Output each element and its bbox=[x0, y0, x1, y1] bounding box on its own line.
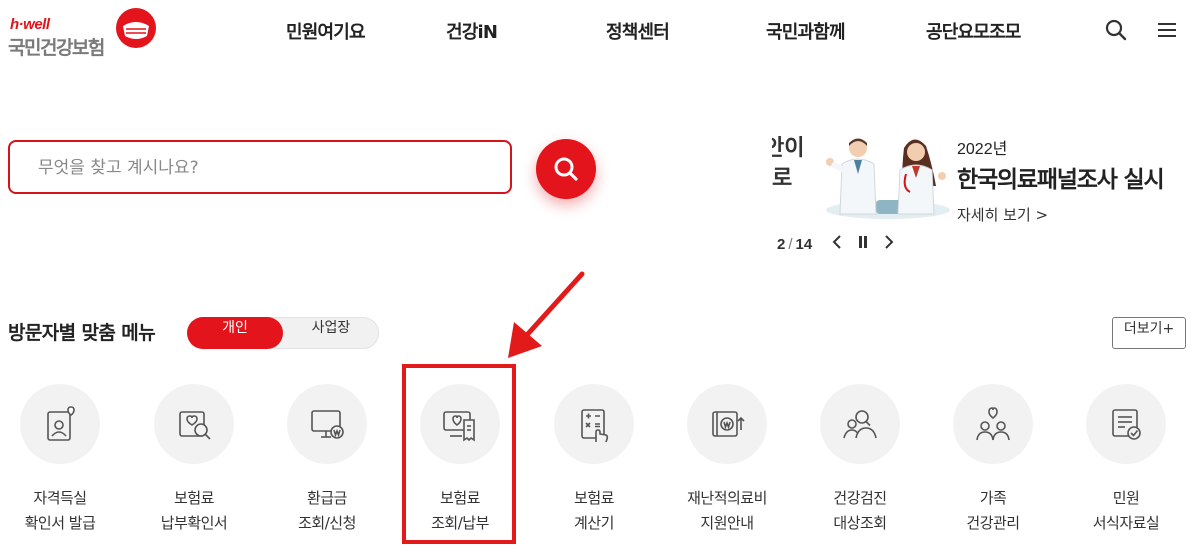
toggle-business[interactable]: 사업장 bbox=[283, 317, 379, 349]
logo-name: 국민건강보험 bbox=[8, 37, 105, 59]
highlight-box bbox=[402, 364, 516, 544]
menu-item-civil-forms[interactable]: 민원 서식자료실 bbox=[1066, 384, 1186, 536]
pager-current: 2 bbox=[777, 235, 786, 253]
menu-item-family-health[interactable]: 가족 건강관리 bbox=[933, 384, 1053, 536]
menu-label-line2: 대상조회 bbox=[833, 514, 887, 532]
menu-label-line2: 확인서 발급 bbox=[24, 514, 96, 532]
search-icon bbox=[554, 157, 578, 181]
visitor-type-toggle: 개인 사업장 bbox=[187, 317, 379, 349]
menu-label-line1: 재난적의료비 bbox=[687, 489, 767, 507]
banner-more-link[interactable]: 자세히 보기 > bbox=[957, 204, 1048, 225]
menu-item-premium-calculator[interactable]: 보험료 계산기 bbox=[534, 384, 654, 536]
nav-policy-center[interactable]: 정책센터 bbox=[606, 18, 670, 44]
menu-label-line1: 가족 bbox=[979, 489, 1007, 507]
menu-label-line2: 조회/신청 bbox=[298, 514, 356, 532]
menu-label-line1: 건강검진 bbox=[833, 489, 887, 507]
chevron-right-icon[interactable] bbox=[884, 235, 894, 253]
hamburger-menu-icon[interactable] bbox=[1156, 18, 1182, 44]
doctors-illustration bbox=[826, 138, 950, 219]
menu-item-checkup-eligibility[interactable]: 건강검진 대상조회 bbox=[800, 384, 920, 536]
toggle-individual[interactable]: 개인 bbox=[187, 317, 283, 349]
menu-label-line2: 계산기 bbox=[574, 514, 614, 532]
search-icon[interactable] bbox=[1104, 18, 1130, 44]
nav-health-in[interactable]: 건강iN bbox=[446, 18, 498, 44]
menu-item-catastrophic-medical-support[interactable]: 재난적의료비 지원안내 bbox=[667, 384, 787, 536]
menu-label-line1: 보험료 bbox=[574, 489, 614, 507]
form-check-icon bbox=[1112, 409, 1141, 440]
search-box bbox=[8, 140, 512, 194]
menu-label-line2: 지원안내 bbox=[700, 514, 754, 532]
id-card-heart-icon bbox=[47, 406, 75, 441]
nav-civil-service[interactable]: 민원여기요 bbox=[286, 18, 366, 44]
logo-tagline: h·well bbox=[10, 16, 50, 33]
menu-label-line1: 보험료 bbox=[174, 489, 214, 507]
menu-item-premium-payment-confirmation[interactable]: 보험료 납부확인서 bbox=[134, 384, 254, 536]
menu-label-line1: 환급금 bbox=[307, 489, 347, 507]
people-search-icon bbox=[843, 410, 877, 439]
won-support-icon bbox=[712, 411, 745, 437]
menu-label-line1: 민원 bbox=[1112, 489, 1140, 507]
menu-label-line1: 자격득실 bbox=[33, 489, 87, 507]
banner-title[interactable]: 한국의료패널조사 실시 bbox=[957, 160, 1165, 194]
annotation-arrow-icon bbox=[508, 271, 585, 358]
family-heart-icon bbox=[976, 407, 1010, 441]
more-button[interactable]: 더보기+ bbox=[1112, 317, 1186, 349]
site-logo[interactable]: h·well 국민건강보험 bbox=[8, 6, 158, 59]
menu-label-line2: 서식자료실 bbox=[1092, 514, 1160, 532]
menu-label-line2: 건강관리 bbox=[966, 514, 1020, 532]
section-title: 방문자별 맞춤 메뉴 bbox=[8, 322, 156, 344]
search-button[interactable] bbox=[536, 139, 596, 199]
pause-icon[interactable] bbox=[858, 235, 868, 253]
calculator-hand-icon bbox=[581, 409, 609, 443]
nav-with-citizens[interactable]: 국민과함께 bbox=[766, 18, 846, 44]
previous-banner-fragment: 안이 로 bbox=[772, 136, 805, 191]
pager-total: 14 bbox=[795, 235, 813, 253]
banner-pager: 2 / 14 bbox=[777, 235, 894, 253]
menu-item-qualification-certificate[interactable]: 자격득실 확인서 발급 bbox=[0, 384, 120, 536]
menu-item-refund-inquiry[interactable]: 환급금 조회/신청 bbox=[267, 384, 387, 536]
mask-logo-icon bbox=[116, 8, 156, 48]
pager-separator: / bbox=[788, 235, 793, 253]
nav-about-nhis[interactable]: 공단요모조모 bbox=[926, 18, 1021, 44]
monitor-won-icon bbox=[311, 410, 344, 439]
document-search-icon bbox=[179, 411, 211, 440]
search-input[interactable] bbox=[36, 142, 480, 194]
menu-label-line2: 납부확인서 bbox=[160, 514, 228, 532]
chevron-left-icon[interactable] bbox=[832, 235, 842, 253]
banner-year: 2022년 bbox=[957, 141, 1008, 158]
